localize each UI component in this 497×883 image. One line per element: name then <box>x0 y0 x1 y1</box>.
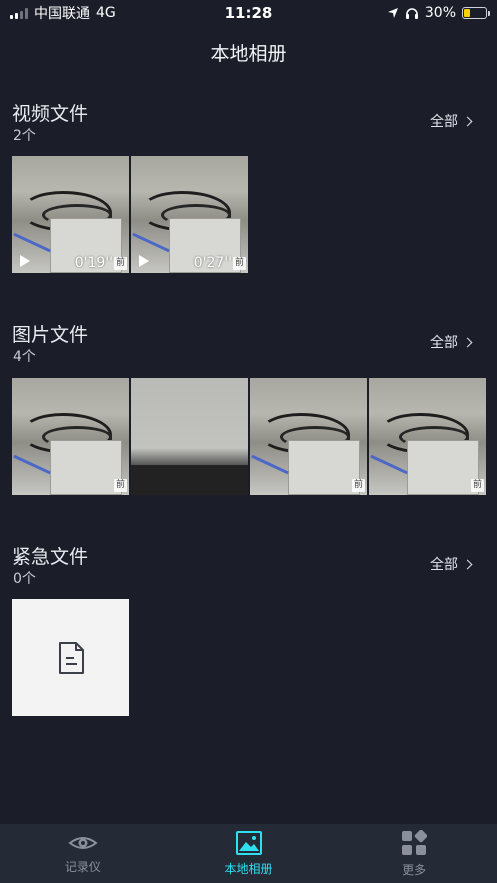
view-all-button[interactable]: 全部 <box>430 554 473 574</box>
section-count: 0个 <box>13 571 36 587</box>
image-thumbnail[interactable]: 前 <box>12 378 129 495</box>
section-emergency-files: 紧急文件 0个 全部 <box>0 542 497 722</box>
section-title: 紧急文件 <box>12 546 89 568</box>
section-count: 2个 <box>13 128 36 144</box>
more-grid-icon <box>402 829 428 855</box>
section-video-files: 视频文件 2个 全部 0'19'' 前 0'27'' 前 <box>0 99 497 274</box>
battery-icon <box>462 7 490 19</box>
front-camera-badge: 前 <box>233 257 246 270</box>
view-all-label: 全部 <box>430 557 458 573</box>
play-icon <box>139 255 149 267</box>
location-arrow-icon <box>387 8 398 18</box>
chevron-right-icon <box>462 559 473 569</box>
carrier-label: 中国联通 <box>34 6 90 22</box>
dashcam-icon <box>68 836 98 849</box>
document-icon <box>58 641 84 674</box>
video-thumbnail[interactable]: 0'19'' 前 <box>12 156 129 273</box>
tab-label: 更多 <box>402 862 427 877</box>
play-icon <box>20 255 30 267</box>
tab-more[interactable]: 更多 <box>331 824 497 883</box>
chevron-right-icon <box>462 116 473 126</box>
front-camera-badge: 前 <box>114 257 127 270</box>
image-thumbnail[interactable]: 前 <box>369 378 486 495</box>
battery-percent: 30% <box>424 5 456 21</box>
video-duration: 0'19'' <box>74 255 113 271</box>
status-right: 30% <box>387 5 490 21</box>
tab-local-album[interactable]: 本地相册 <box>166 824 332 883</box>
front-camera-badge: 前 <box>114 479 127 492</box>
image-thumbnail[interactable] <box>131 378 248 495</box>
page-title: 本地相册 <box>210 42 287 65</box>
image-thumbnail[interactable]: 前 <box>250 378 367 495</box>
status-bar: 中国联通 4G 11:28 30% <box>0 0 497 26</box>
status-left: 中国联通 4G <box>10 3 116 23</box>
tab-bar: 记录仪 本地相册 更多 <box>0 824 497 883</box>
video-duration: 0'27'' <box>193 255 232 271</box>
view-all-button[interactable]: 全部 <box>430 332 473 352</box>
section-title: 视频文件 <box>12 103 89 125</box>
page-header: 本地相册 <box>0 26 497 78</box>
section-title: 图片文件 <box>12 324 89 346</box>
view-all-button[interactable]: 全部 <box>430 111 473 131</box>
tab-recorder[interactable]: 记录仪 <box>0 824 166 883</box>
section-image-files: 图片文件 4个 全部 前 前 前 <box>0 320 497 495</box>
headphones-icon <box>405 8 418 19</box>
empty-file-placeholder <box>12 599 129 716</box>
signal-icon <box>10 7 28 19</box>
thumbnail-row: 前 前 前 <box>12 378 486 495</box>
tab-label: 本地相册 <box>224 861 273 876</box>
network-label: 4G <box>96 5 116 21</box>
view-all-label: 全部 <box>430 335 458 351</box>
section-count: 4个 <box>13 349 36 365</box>
front-camera-badge: 前 <box>352 479 365 492</box>
tab-label: 记录仪 <box>64 859 101 874</box>
front-camera-badge: 前 <box>471 479 484 492</box>
chevron-right-icon <box>462 337 473 347</box>
video-thumbnail[interactable]: 0'27'' 前 <box>131 156 248 273</box>
album-icon <box>235 830 262 855</box>
thumbnail-row: 0'19'' 前 0'27'' 前 <box>12 156 248 273</box>
view-all-label: 全部 <box>430 114 458 130</box>
